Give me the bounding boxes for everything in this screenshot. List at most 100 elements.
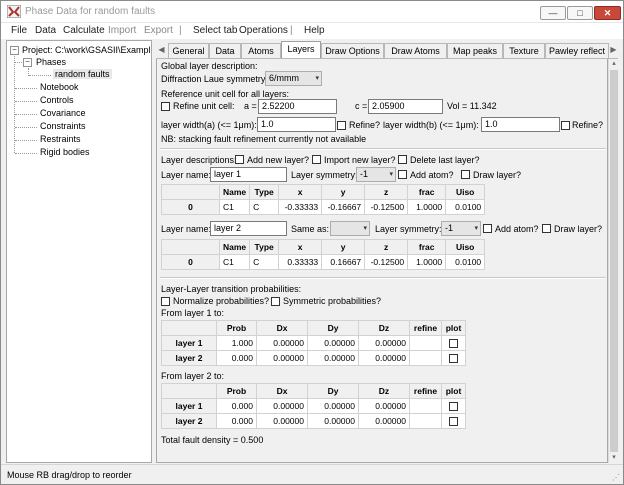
- table-row[interactable]: layer 1 1.000 0.00000 0.00000 0.00000: [161, 335, 466, 351]
- laue-symmetry-select[interactable]: 6/mmm ▾: [265, 71, 322, 86]
- plot-checkbox[interactable]: [449, 354, 458, 364]
- table-cell[interactable]: 1.0000: [407, 254, 447, 270]
- table-cell[interactable]: 0.00000: [256, 350, 308, 366]
- table-cell[interactable]: 0.00000: [358, 335, 410, 351]
- table-cell[interactable]: 0.00000: [358, 350, 410, 366]
- tab-draw-options[interactable]: Draw Options: [321, 43, 384, 58]
- width-a-input[interactable]: 1.0: [257, 117, 336, 132]
- table-row[interactable]: layer 2 0.000 0.00000 0.00000 0.00000: [161, 350, 466, 366]
- vertical-scrollbar[interactable]: ▴ ▾: [608, 59, 618, 463]
- table-cell[interactable]: 0.33333: [278, 254, 323, 270]
- table-cell[interactable]: 0.16667: [321, 254, 366, 270]
- add-layer-checkbox[interactable]: [235, 155, 244, 164]
- tab-scroll-right-icon[interactable]: ▶: [609, 44, 618, 56]
- layer2-add-atom-checkbox[interactable]: [483, 224, 492, 233]
- table-cell[interactable]: C1: [218, 199, 251, 215]
- menu-data[interactable]: Data: [35, 25, 56, 36]
- scroll-thumb[interactable]: [610, 70, 618, 452]
- tree-notebook[interactable]: Notebook: [40, 82, 79, 92]
- scroll-up-icon[interactable]: ▴: [609, 59, 619, 69]
- layer1-draw-layer-checkbox[interactable]: [461, 170, 470, 179]
- title-bar[interactable]: Phase Data for random faults — □ ✕: [1, 1, 623, 23]
- row-label[interactable]: 0: [161, 254, 220, 270]
- tree-controls[interactable]: Controls: [40, 95, 74, 105]
- refine-cell-checkbox[interactable]: [161, 102, 170, 111]
- menu-file[interactable]: File: [11, 25, 27, 36]
- scroll-down-icon[interactable]: ▾: [609, 453, 619, 463]
- tree-covariance[interactable]: Covariance: [40, 108, 86, 118]
- data-tree[interactable]: − Project: C:\work\GSASII\Exampl − Phase…: [6, 40, 152, 463]
- menu-export[interactable]: Export: [144, 25, 173, 36]
- table-cell[interactable]: -0.12500: [364, 199, 409, 215]
- tab-atoms[interactable]: Atoms: [241, 43, 281, 58]
- layer2-atoms-table[interactable]: Name Type x y z frac Uiso 0 C1 C 0.33333…: [161, 239, 486, 270]
- tab-map-peaks[interactable]: Map peaks: [447, 43, 503, 58]
- menu-help[interactable]: Help: [304, 25, 325, 36]
- table-cell[interactable]: 0.00000: [307, 350, 359, 366]
- table-cell[interactable]: 0.00000: [256, 413, 308, 429]
- table-row[interactable]: layer 2 0.000 0.00000 0.00000 0.00000: [161, 413, 466, 429]
- table-row[interactable]: layer 1 0.000 0.00000 0.00000 0.00000: [161, 398, 466, 414]
- layer1-name-input[interactable]: layer 1: [210, 167, 287, 182]
- table-cell[interactable]: 0.00000: [256, 398, 308, 414]
- table-cell[interactable]: 0.0100: [445, 254, 486, 270]
- minimize-button[interactable]: —: [540, 6, 566, 20]
- table-row[interactable]: 0 C1 C -0.33333 -0.16667 -0.12500 1.0000…: [161, 199, 486, 215]
- table-row[interactable]: 0 C1 C 0.33333 0.16667 -0.12500 1.0000 0…: [161, 254, 486, 270]
- tab-draw-atoms[interactable]: Draw Atoms: [384, 43, 447, 58]
- layer1-symmetry-select[interactable]: -1 ▾: [356, 167, 396, 182]
- tab-data[interactable]: Data: [209, 43, 241, 58]
- table-cell[interactable]: C: [249, 254, 280, 270]
- normalize-checkbox[interactable]: [161, 297, 170, 306]
- c-input[interactable]: 2.05900: [368, 99, 443, 114]
- tree-phases[interactable]: Phases: [36, 57, 66, 67]
- table-cell[interactable]: 0.00000: [307, 413, 359, 429]
- table-cell[interactable]: C1: [218, 254, 251, 270]
- table-cell[interactable]: 0.0100: [445, 199, 486, 215]
- table-cell[interactable]: 0.000: [216, 350, 257, 366]
- refine-cell[interactable]: [409, 350, 442, 366]
- resize-grip-icon[interactable]: ⋰: [612, 473, 620, 482]
- project-collapse-icon[interactable]: −: [10, 46, 19, 55]
- delete-layer-checkbox[interactable]: [398, 155, 407, 164]
- maximize-button[interactable]: □: [567, 6, 593, 20]
- refine-cell[interactable]: [409, 335, 442, 351]
- tab-layers[interactable]: Layers: [281, 41, 321, 58]
- plot-checkbox[interactable]: [449, 339, 458, 349]
- tab-general[interactable]: General: [168, 43, 209, 58]
- tab-pawley-reflect[interactable]: Pawley reflect: [545, 43, 609, 58]
- tree-constraints[interactable]: Constraints: [40, 121, 86, 131]
- refine-cell[interactable]: [409, 398, 442, 414]
- tree-restraints[interactable]: Restraints: [40, 134, 81, 144]
- width-b-input[interactable]: 1.0: [481, 117, 560, 132]
- table-cell[interactable]: 0.000: [216, 398, 257, 414]
- refine-width-a-checkbox[interactable]: [337, 121, 346, 130]
- layer1-atoms-table[interactable]: Name Type x y z frac Uiso 0 C1 C -0.3333…: [161, 184, 486, 215]
- same-as-select[interactable]: ▾: [330, 221, 370, 236]
- tree-project[interactable]: Project: C:\work\GSASII\Exampl: [22, 45, 151, 55]
- table-cell[interactable]: 1.000: [216, 335, 257, 351]
- transition-table-1[interactable]: Prob Dx Dy Dz refine plot layer 1 1.000 …: [161, 320, 466, 366]
- tab-scroll-left-icon[interactable]: ◀: [157, 44, 166, 56]
- tab-texture[interactable]: Texture: [503, 43, 545, 58]
- plot-checkbox[interactable]: [449, 417, 458, 427]
- table-cell[interactable]: 0.00000: [358, 398, 410, 414]
- symmetric-checkbox[interactable]: [271, 297, 280, 306]
- layer1-add-atom-checkbox[interactable]: [398, 170, 407, 179]
- table-cell[interactable]: 0.000: [216, 413, 257, 429]
- table-cell[interactable]: 0.00000: [256, 335, 308, 351]
- table-cell[interactable]: C: [249, 199, 280, 215]
- import-layer-checkbox[interactable]: [312, 155, 321, 164]
- menu-import[interactable]: Import: [108, 25, 136, 36]
- layer2-name-input[interactable]: layer 2: [210, 221, 287, 236]
- menu-operations[interactable]: Operations: [239, 25, 288, 36]
- table-cell[interactable]: -0.12500: [364, 254, 409, 270]
- table-cell[interactable]: 0.00000: [307, 398, 359, 414]
- plot-checkbox[interactable]: [449, 402, 458, 412]
- phases-collapse-icon[interactable]: −: [23, 58, 32, 67]
- transition-table-2[interactable]: Prob Dx Dy Dz refine plot layer 1 0.000 …: [161, 383, 466, 429]
- table-cell[interactable]: -0.16667: [321, 199, 366, 215]
- refine-width-b-checkbox[interactable]: [561, 121, 570, 130]
- menu-calculate[interactable]: Calculate: [63, 25, 105, 36]
- tree-phase-random-faults[interactable]: random faults: [53, 69, 112, 79]
